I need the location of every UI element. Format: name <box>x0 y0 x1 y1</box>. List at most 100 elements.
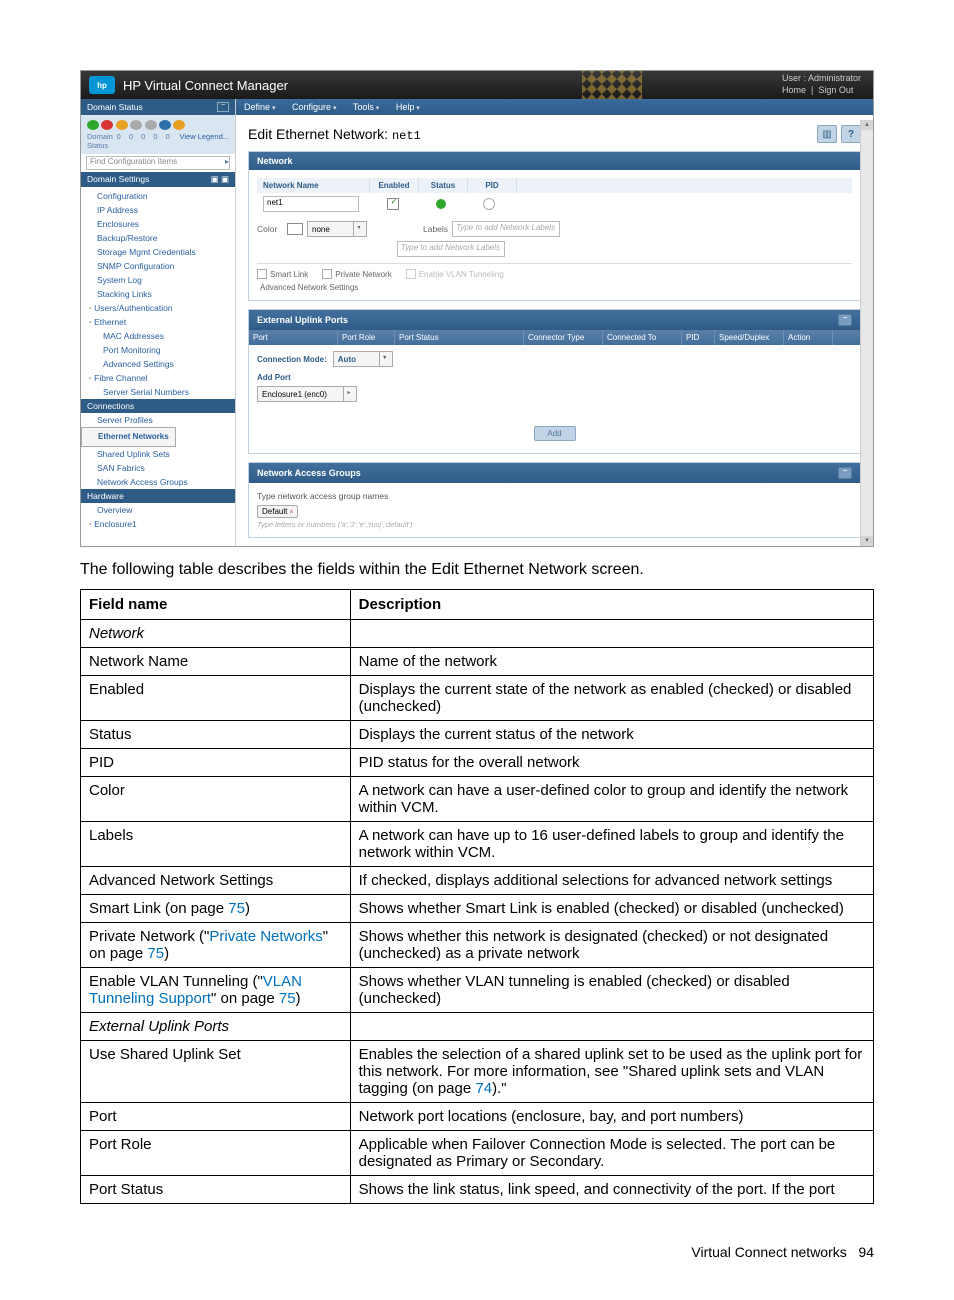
status-ok-indicator <box>436 199 446 209</box>
network-panel-header: Network <box>249 152 860 170</box>
nav-backup-restore[interactable]: Backup/Restore <box>81 231 235 245</box>
labels-input-1[interactable]: Type to add Network Labels <box>452 221 560 237</box>
nav-enclosure1[interactable]: Enclosure1 <box>81 517 235 531</box>
app-title: HP Virtual Connect Manager <box>123 78 288 93</box>
private-net-checkbox[interactable]: Private Network <box>322 269 391 279</box>
th-portrole: Port Role <box>338 330 395 345</box>
menu-bar: Define Configure Tools Help <box>236 99 873 115</box>
table-cell-name: Network <box>81 620 351 648</box>
menu-tools[interactable]: Tools <box>353 102 379 112</box>
menu-define[interactable]: Define <box>244 102 275 112</box>
color-swatch[interactable] <box>287 223 303 235</box>
uplink-panel: External Uplink Ports − Port Port Role P… <box>248 309 861 454</box>
scroll-down-icon[interactable]: ▾ <box>861 536 873 546</box>
table-cell-name: Enable VLAN Tunneling ("VLAN Tunneling S… <box>81 968 351 1013</box>
domain-settings-bar: Domain Settings ▣ ▣ <box>81 172 235 187</box>
page-title: Edit Ethernet Network: net1 <box>248 126 421 143</box>
scrollbar[interactable]: ▴ ▾ <box>860 120 873 546</box>
uplink-collapse-icon[interactable]: − <box>838 314 852 326</box>
conn-mode-select[interactable]: Auto ▾ <box>333 351 393 367</box>
table-cell-desc: Shows whether this network is designated… <box>350 923 873 968</box>
th-conntype: Connector Type <box>524 330 603 345</box>
print-icon[interactable]: ▥ <box>817 125 837 143</box>
nag-tag[interactable]: Default× <box>257 505 298 518</box>
nav-portmon[interactable]: Port Monitoring <box>81 343 235 357</box>
nag-panel: Network Access Groups − Type network acc… <box>248 462 861 538</box>
collapse-icon[interactable]: − <box>217 102 229 112</box>
col-pid: PID <box>468 178 517 193</box>
status-unk-icon <box>130 120 142 130</box>
table-cell-desc: Network port locations (enclosure, bay, … <box>350 1103 873 1131</box>
chevron-down-icon: ▾ <box>353 222 364 236</box>
menu-help[interactable]: Help <box>396 102 420 112</box>
app-header: hp HP Virtual Connect Manager User : Adm… <box>81 71 873 99</box>
close-icon[interactable]: × <box>289 509 293 516</box>
table-cell-desc: PID status for the overall network <box>350 749 873 777</box>
view-legend-link[interactable]: View Legend... <box>180 132 229 150</box>
status-summary: DomainStatus 0 0 0 0 0 View Legend... <box>81 115 235 154</box>
nag-collapse-icon[interactable]: − <box>838 467 852 479</box>
table-cell-name: Use Shared Uplink Set <box>81 1041 351 1103</box>
connections-bar: Connections <box>81 399 235 413</box>
nav-tree: Configuration IP Address Enclosures Back… <box>81 187 235 533</box>
col-enabled: Enabled <box>370 178 419 193</box>
nav-ssn[interactable]: Server Serial Numbers <box>81 385 235 399</box>
nav-configuration[interactable]: Configuration <box>81 189 235 203</box>
find-go-icon[interactable]: ▸ <box>225 157 229 166</box>
home-link[interactable]: Home <box>782 85 806 95</box>
main-pane: Define Configure Tools Help ▴ ▾ Edit Eth… <box>236 99 873 546</box>
stat-n2: 0 <box>141 132 145 141</box>
signout-link[interactable]: Sign Out <box>818 85 853 95</box>
nav-profiles[interactable]: Server Profiles <box>81 413 235 427</box>
nav-san[interactable]: SAN Fabrics <box>81 461 235 475</box>
nav-nag[interactable]: Network Access Groups <box>81 475 235 489</box>
nav-advset[interactable]: Advanced Settings <box>81 357 235 371</box>
table-cell-name: Labels <box>81 822 351 867</box>
th-action: Action <box>784 330 833 345</box>
nav-ip-address[interactable]: IP Address <box>81 203 235 217</box>
table-cell-desc: Shows whether Smart Link is enabled (che… <box>350 895 873 923</box>
nag-field-label: Type network access group names <box>257 491 852 501</box>
enclosure-select[interactable]: Enclosure1 (enc0) ▸ <box>257 386 357 402</box>
th-connto: Connected To <box>603 330 682 345</box>
smartlink-checkbox[interactable]: Smart Link <box>257 269 308 279</box>
nav-users[interactable]: Users/Authentication <box>81 301 235 315</box>
left-sidebar: Domain Status − DomainStatus <box>81 99 236 546</box>
nav-mac[interactable]: MAC Addresses <box>81 329 235 343</box>
color-select[interactable]: none ▾ <box>307 221 367 237</box>
nav-stacking[interactable]: Stacking Links <box>81 287 235 301</box>
help-icon[interactable]: ? <box>841 125 861 143</box>
status-err-icon <box>101 120 113 130</box>
menu-configure[interactable]: Configure <box>292 102 337 112</box>
labels-input-2[interactable]: Type to add Network Labels <box>397 241 505 257</box>
vlan-tunnel-checkbox[interactable]: Enable VLAN Tunneling <box>406 269 504 279</box>
hardware-bar: Hardware <box>81 489 235 503</box>
th-description: Description <box>350 590 873 620</box>
app-screenshot: hp HP Virtual Connect Manager User : Adm… <box>80 70 874 547</box>
enabled-checkbox[interactable] <box>387 198 399 210</box>
table-cell-desc: Applicable when Failover Connection Mode… <box>350 1131 873 1176</box>
hp-logo-icon: hp <box>89 76 115 94</box>
add-port-label: Add Port <box>257 373 852 382</box>
status-dis-icon <box>145 120 157 130</box>
nav-syslog[interactable]: System Log <box>81 273 235 287</box>
nav-enclosures[interactable]: Enclosures <box>81 217 235 231</box>
th-pid: PID <box>682 330 715 345</box>
nav-fc[interactable]: Fibre Channel <box>81 371 235 385</box>
table-cell-name: PID <box>81 749 351 777</box>
adv-settings-checkbox[interactable]: Advanced Network Settings <box>257 283 852 292</box>
status-ok-icon <box>87 120 99 130</box>
conn-mode-label: Connection Mode: <box>257 355 327 364</box>
nav-shared-uplink[interactable]: Shared Uplink Sets <box>81 447 235 461</box>
find-input[interactable]: Find Configuration Items <box>86 156 230 170</box>
domain-status-label: Domain Status <box>87 102 143 112</box>
nav-overview[interactable]: Overview <box>81 503 235 517</box>
add-button[interactable]: Add <box>534 426 576 441</box>
scroll-up-icon[interactable]: ▴ <box>861 120 873 130</box>
nav-snmp[interactable]: SNMP Configuration <box>81 259 235 273</box>
nav-eth-networks[interactable]: Ethernet Networks <box>81 427 176 447</box>
header-decor <box>288 71 782 99</box>
nav-storage-creds[interactable]: Storage Mgmt Credentials <box>81 245 235 259</box>
network-name-input[interactable]: net1 <box>263 196 359 212</box>
nav-ethernet[interactable]: Ethernet <box>81 315 235 329</box>
